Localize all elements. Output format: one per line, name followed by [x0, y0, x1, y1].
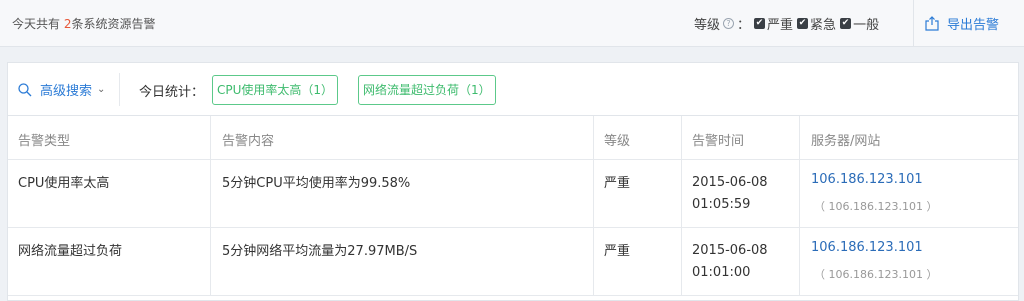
summary-prefix: 今天共有: [12, 17, 61, 31]
server-link[interactable]: 106.186.123.101: [811, 172, 923, 187]
level-colon: ：: [737, 18, 751, 33]
alert-date: 2015-06-08: [692, 175, 768, 190]
server-sub: （ 106.186.123.101 ）: [814, 268, 938, 281]
column-header-level[interactable]: 等级: [604, 130, 630, 149]
column-header-time[interactable]: 告警时间: [692, 130, 744, 149]
level-label-urgent[interactable]: 紧急: [810, 14, 836, 33]
filter-toolbar: 高级搜索 ⌄ 今日统计： CPU使用率太高（1） 网络流量超过负荷（1）: [8, 63, 1018, 116]
chevron-down-icon: ⌄: [97, 84, 106, 95]
level-checkbox-severe[interactable]: ✔: [754, 18, 766, 29]
alert-level: 严重: [604, 176, 631, 191]
help-icon[interactable]: ?: [723, 18, 735, 29]
level-label-severe[interactable]: 严重: [767, 14, 793, 33]
toolbar-divider: [119, 73, 120, 106]
level-checkbox-normal[interactable]: ✔: [840, 18, 852, 29]
table-header: 告警类型 告警内容 等级 告警时间 服务器/网站: [8, 116, 1018, 160]
alert-time: 01:01:00: [692, 265, 751, 280]
stat-tag-network[interactable]: 网络流量超过负荷（1）: [358, 75, 496, 105]
server-link[interactable]: 106.186.123.101: [811, 240, 923, 255]
level-label: 等级: [694, 18, 721, 33]
table-row: 网络流量超过负荷 5分钟网络平均流量为27.97MB/S 严重 2015-06-…: [8, 228, 1018, 296]
export-icon: [925, 16, 939, 31]
alert-content: 5分钟网络平均流量为27.97MB/S: [222, 244, 418, 259]
alert-type: 网络流量超过负荷: [18, 244, 123, 259]
alert-time: 01:05:59: [692, 197, 751, 212]
header-divider: [913, 0, 914, 47]
server-sub: （ 106.186.123.101 ）: [814, 200, 938, 213]
table-row: CPU使用率太高 5分钟CPU平均使用率为99.58% 严重 2015-06-0…: [8, 160, 1018, 228]
export-label: 导出告警: [947, 18, 1000, 33]
stat-tag-cpu[interactable]: CPU使用率太高（1）: [212, 75, 339, 105]
summary-suffix: 条系统资源告警: [71, 17, 156, 31]
today-stats-label: 今日统计：: [139, 85, 205, 100]
alert-content: 5分钟CPU平均使用率为99.58%: [222, 176, 411, 191]
alert-date: 2015-06-08: [692, 243, 768, 258]
alert-level: 严重: [604, 244, 631, 259]
advanced-search-button[interactable]: 高级搜索 ⌄: [18, 80, 105, 99]
column-header-content[interactable]: 告警内容: [222, 130, 274, 149]
top-bar: 今天共有 2条系统资源告警 等级 ? ： ✔ 严重 ✔ 紧急 ✔ 一般 导出告警: [0, 0, 1024, 47]
level-checkbox-urgent[interactable]: ✔: [797, 18, 809, 29]
alert-type: CPU使用率太高: [18, 176, 110, 191]
level-label-normal[interactable]: 一般: [853, 14, 879, 33]
alert-panel: 高级搜索 ⌄ 今日统计： CPU使用率太高（1） 网络流量超过负荷（1） 告警类…: [7, 62, 1019, 301]
column-header-type[interactable]: 告警类型: [18, 130, 70, 149]
search-icon: [18, 82, 32, 96]
column-header-server[interactable]: 服务器/网站: [811, 130, 880, 149]
alert-summary: 今天共有 2条系统资源告警: [12, 15, 156, 32]
export-alerts-button[interactable]: 导出告警: [925, 14, 999, 33]
level-filter: 等级 ? ： ✔ 严重 ✔ 紧急 ✔ 一般: [694, 14, 879, 33]
advanced-search-label: 高级搜索: [40, 84, 93, 99]
